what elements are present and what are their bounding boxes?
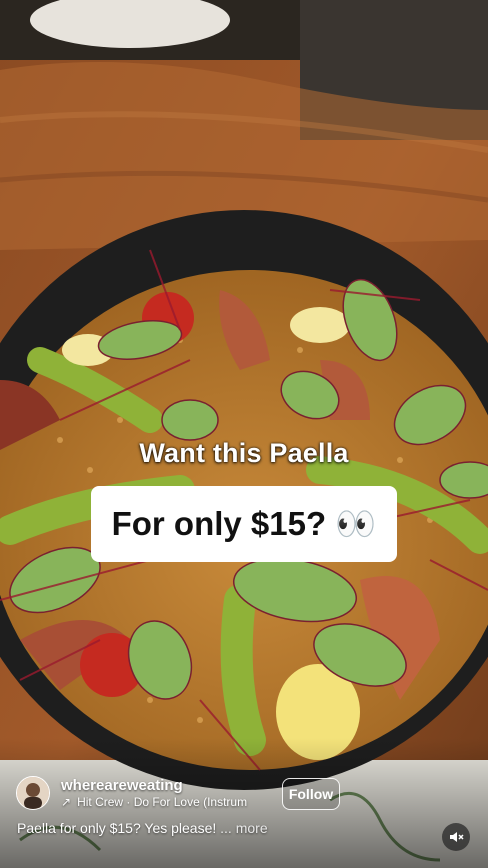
overlay-caption-box-text: For only $15? 👀 (111, 504, 377, 542)
arrow-up-right-icon: ↗ (61, 795, 72, 809)
speaker-muted-icon (450, 832, 464, 842)
mute-button[interactable] (442, 823, 470, 851)
overlay-caption-top: Want this Paella (139, 438, 349, 468)
overlay-caption-box: For only $15? 👀 (91, 486, 397, 562)
post-description[interactable]: Paella for only $15? Yes please! ... mor… (17, 820, 268, 836)
avatar[interactable] (16, 776, 50, 810)
more-link[interactable]: more (236, 820, 268, 836)
post-description-text: Paella for only $15? Yes please! (17, 820, 217, 836)
audio-track-label: Hit Crew · Do For Love (Instrum (77, 795, 248, 809)
avatar-image (17, 777, 49, 809)
audio-track[interactable]: ↗ Hit Crew · Do For Love (Instrum (61, 795, 271, 809)
account-username[interactable]: whereareweating (61, 777, 183, 794)
reel-viewer: Want this Paella For only $15? 👀 wherear… (0, 0, 488, 868)
post-description-ellipsis: ... (220, 820, 232, 836)
follow-button[interactable]: Follow (282, 778, 340, 810)
